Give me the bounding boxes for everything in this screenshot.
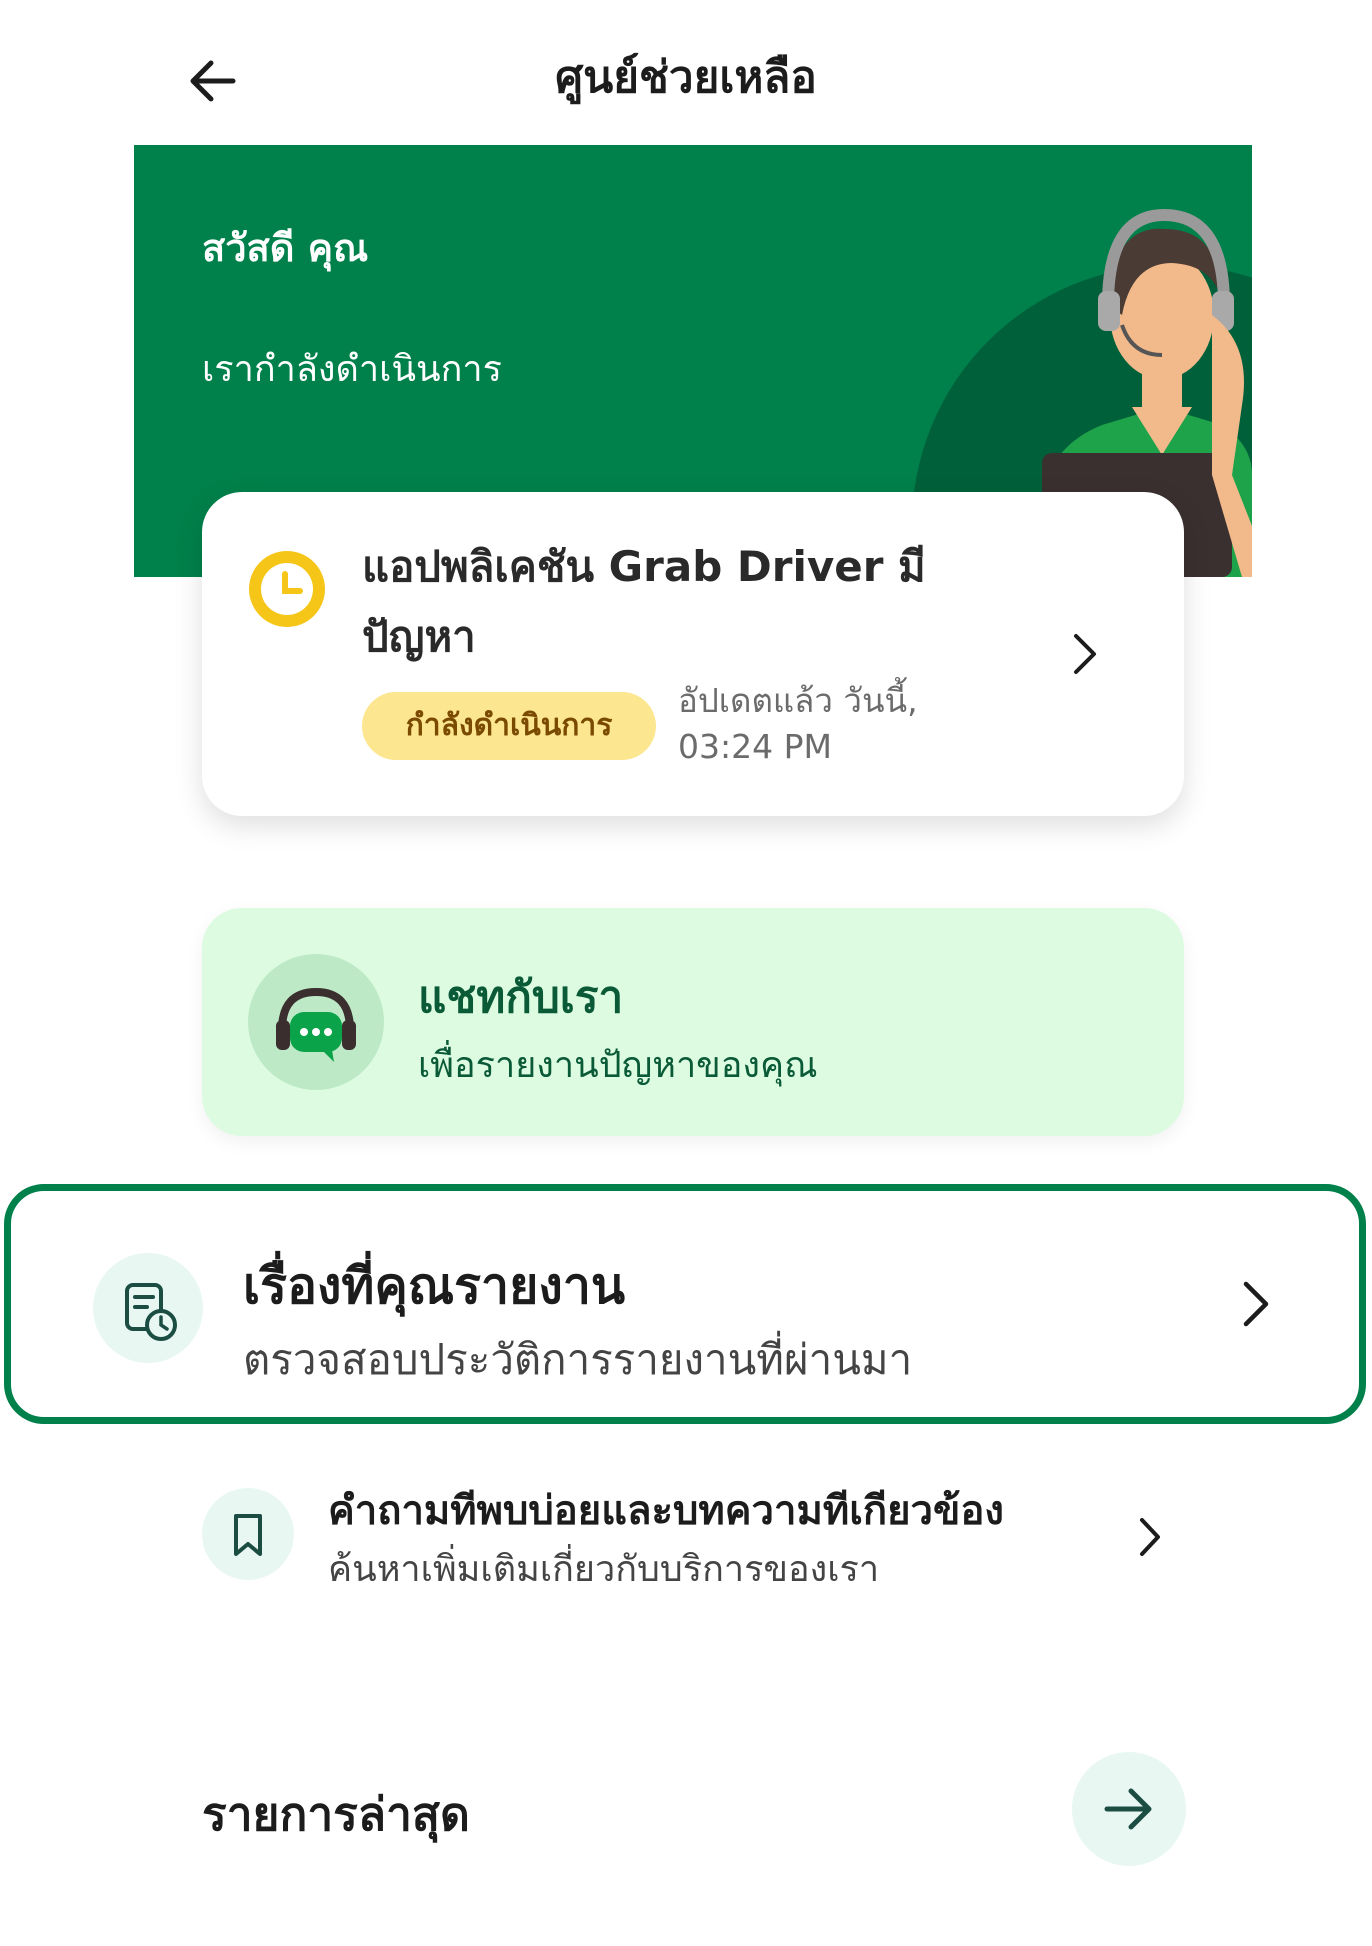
latest-section-title: รายการล่าสุด	[202, 1787, 470, 1841]
greeting-text: สวัสดี คุณ	[202, 226, 369, 270]
ticket-card[interactable]: แอปพลิเคชัน Grab Driver มีปัญหา กำลังดำเ…	[202, 492, 1184, 816]
chat-title: แชทกับเรา	[418, 972, 624, 1023]
chat-subtitle: เพื่อรายงานปัญหาของคุณ	[418, 1045, 818, 1086]
chat-with-us-card[interactable]: แชทกับเรา เพื่อรายงานปัญหาของคุณ	[202, 908, 1184, 1136]
faq-icon-container	[202, 1488, 294, 1580]
bookmark-icon	[234, 1514, 262, 1556]
faq-subtitle: ค้นหาเพิ่มเติมเกี่ยวกับบริการของเรา	[328, 1549, 880, 1590]
banner-status-text: เรากำลังดำเนินการ	[202, 349, 502, 390]
chevron-right-icon	[1140, 1518, 1160, 1556]
latest-see-all-button[interactable]	[1072, 1752, 1186, 1866]
reports-icon-container	[93, 1253, 203, 1363]
arrow-right-icon	[1104, 1788, 1152, 1830]
reports-subtitle: ตรวจสอบประวัติการรายงานที่ผ่านมา	[243, 1335, 913, 1384]
chevron-right-icon	[1243, 1281, 1269, 1327]
chat-icon-container	[248, 954, 384, 1090]
ticket-title: แอปพลิเคชัน Grab Driver มีปัญหา	[362, 542, 926, 661]
chevron-right-icon[interactable]	[1070, 632, 1100, 676]
page-title: ศูนย์ช่วยเหลือ	[555, 52, 817, 103]
headset-chat-icon	[276, 987, 356, 1062]
report-history-icon	[125, 1283, 177, 1341]
ticket-updated-time: อัปเดตแล้ว วันนี้, 03:24 PM	[678, 681, 918, 766]
reported-issues-row[interactable]: เรื่องที่คุณรายงาน ตรวจสอบประวัติการรายง…	[4, 1184, 1366, 1424]
reports-title: เรื่องที่คุณรายงาน	[243, 1257, 626, 1315]
faq-title: คำถามทีพบบ่อยและบทความทีเกียวข้อง	[328, 1488, 1004, 1534]
clock-icon	[249, 551, 325, 627]
status-badge: กำลังดำเนินการ	[362, 692, 656, 760]
faq-row[interactable]: คำถามทีพบบ่อยและบทความทีเกียวข้อง ค้นหาเ…	[202, 1470, 1184, 1590]
